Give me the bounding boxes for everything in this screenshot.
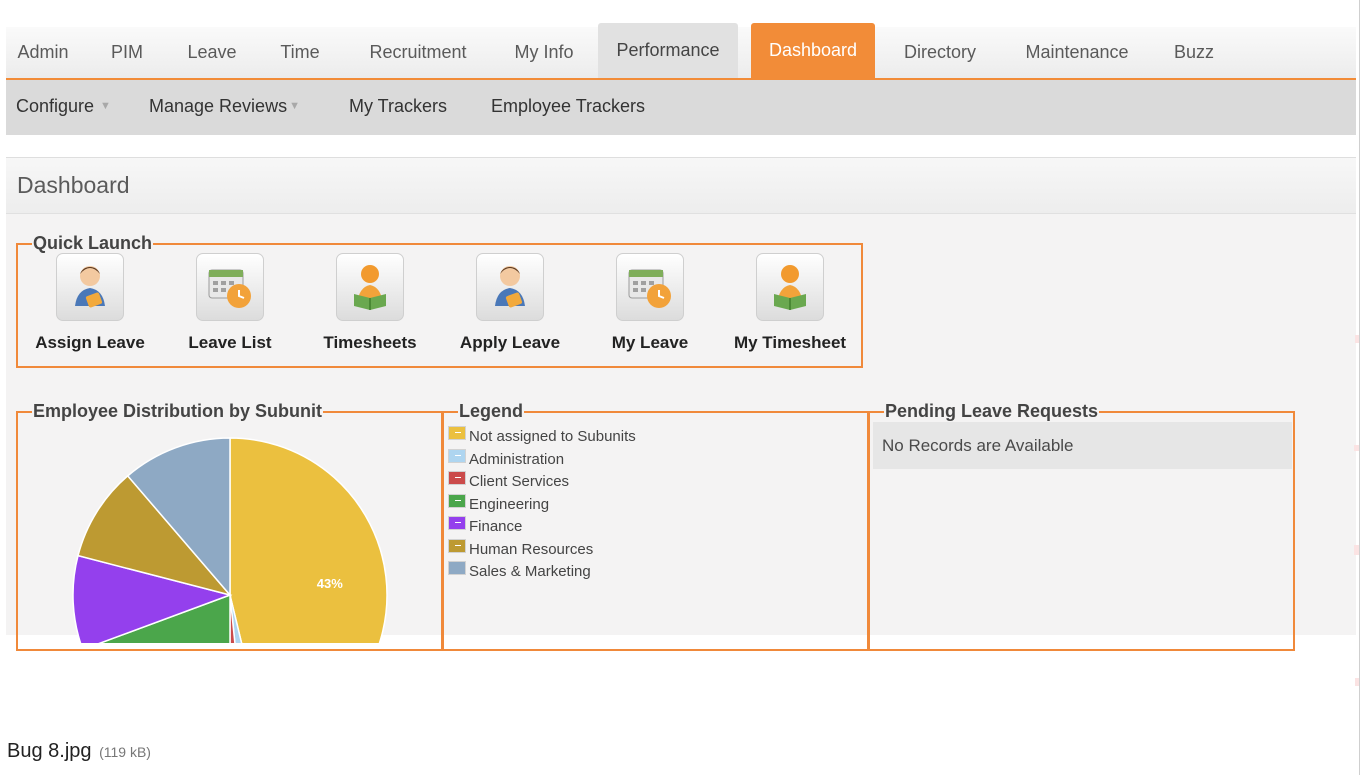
menu-pim[interactable]: PIM [103, 27, 151, 78]
swatch-mark [455, 432, 461, 433]
swatch-mark [455, 500, 461, 501]
main-menu: Admin PIM Leave Time Recruitment My Info… [6, 23, 1356, 80]
window-edge [1359, 0, 1360, 775]
page-header: Dashboard [6, 158, 1356, 214]
swatch-mark [455, 455, 461, 456]
edge-artifact [1354, 545, 1359, 555]
edge-artifact [1355, 678, 1359, 686]
employee-distribution-panel: Employee Distribution by Subunit 43% [16, 401, 443, 651]
legend-swatch [448, 516, 466, 530]
legend-swatch [448, 494, 466, 508]
legend-label: Administration [469, 451, 565, 468]
person-timesheet-icon [756, 253, 824, 321]
quick-launch-my-timesheet-label: My Timesheet [733, 333, 847, 352]
swatch-mark [455, 522, 461, 523]
menu-recruitment[interactable]: Recruitment [358, 27, 478, 78]
submenu-manage-reviews[interactable]: Manage Reviews ▼ [149, 80, 300, 132]
chevron-down-icon: ▼ [289, 100, 300, 112]
swatch-mark [455, 477, 461, 478]
page-title: Dashboard [17, 172, 130, 198]
menu-dashboard[interactable]: Dashboard [751, 23, 875, 78]
legend-panel: Legend Not assigned to Subunits Administ… [442, 401, 869, 651]
calendar-leave-icon [616, 253, 684, 321]
quick-launch-title: Quick Launch [32, 233, 154, 254]
legend-label: Sales & Marketing [469, 563, 591, 580]
swatch-mark [455, 545, 461, 546]
menu-directory[interactable]: Directory [894, 27, 986, 78]
menu-leave[interactable]: Leave [182, 27, 242, 78]
quick-launch-my-leave-label: My Leave [611, 333, 689, 352]
edge-artifact [1355, 335, 1359, 343]
menu-performance[interactable]: Performance [598, 23, 738, 78]
submenu-my-trackers[interactable]: My Trackers [349, 80, 447, 132]
legend-swatch [448, 471, 466, 485]
person-assign-icon [56, 253, 124, 321]
no-records-message: No Records are Available [873, 422, 1292, 469]
sub-menu: Configure ▼ Manage Reviews ▼ My Trackers E… [6, 80, 1356, 135]
legend-label: Not assigned to Subunits [469, 428, 636, 445]
chevron-down-icon: ▼ [100, 100, 111, 112]
quick-launch-assign-leave-label: Assign Leave [35, 333, 145, 352]
pending-leave-title: Pending Leave Requests [884, 401, 1100, 422]
pending-leave-panel: Pending Leave Requests No Records are Av… [868, 401, 1295, 651]
menu-buzz[interactable]: Buzz [1164, 27, 1224, 78]
quick-launch-panel: Quick Launch Assign Leave Leave List Tim… [16, 233, 863, 368]
attachment-size: (119 kB) [99, 744, 151, 760]
employee-distribution-pie-chart: 43% [72, 437, 388, 643]
attachment-name[interactable]: Bug 8.jpg [7, 740, 92, 762]
person-timesheet-icon [336, 253, 404, 321]
submenu-employee-trackers[interactable]: Employee Trackers [491, 80, 645, 132]
edge-artifact [1354, 445, 1359, 451]
quick-launch-apply-leave-label: Apply Leave [459, 333, 561, 352]
quick-launch-leave-list-label: Leave List [188, 333, 272, 352]
person-apply-icon [476, 253, 544, 321]
legend-swatch [448, 449, 466, 463]
menu-admin[interactable]: Admin [15, 27, 71, 78]
menu-time[interactable]: Time [272, 27, 328, 78]
calendar-list-icon [196, 253, 264, 321]
legend-swatch [448, 539, 466, 553]
menu-my-info[interactable]: My Info [504, 27, 584, 78]
submenu-configure[interactable]: Configure ▼ [16, 80, 111, 132]
legend-title: Legend [458, 401, 525, 422]
legend-label: Client Services [469, 473, 570, 490]
pie-data-label: 43% [317, 576, 343, 591]
submenu-manage-reviews-label: Manage Reviews [149, 96, 288, 116]
attachment-caption[interactable]: Bug 8.jpg (119 kB) [7, 740, 151, 763]
submenu-configure-label: Configure [16, 96, 95, 116]
legend-swatch [448, 426, 466, 440]
legend-label: Engineering [469, 496, 550, 513]
legend-swatch [448, 561, 466, 575]
legend-label: Human Resources [469, 541, 594, 558]
screenshot: Admin PIM Leave Time Recruitment My Info… [0, 0, 1361, 775]
pie-slice [229, 437, 388, 643]
quick-launch-timesheets-label: Timesheets [323, 333, 417, 352]
menu-maintenance[interactable]: Maintenance [1015, 27, 1139, 78]
legend-label: Finance [469, 518, 523, 535]
dashboard-page: Dashboard Quick Launch Assign Leave Leav… [6, 157, 1356, 651]
